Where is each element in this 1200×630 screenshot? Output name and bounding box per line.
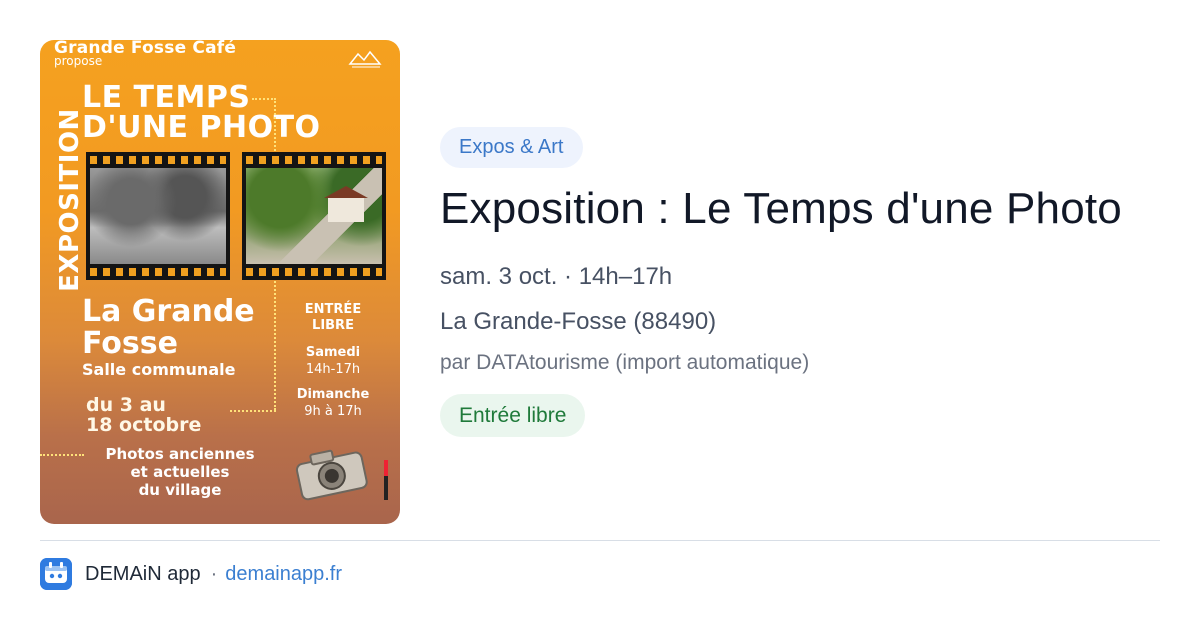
footer-separator: · — [210, 562, 218, 585]
app-url-link[interactable]: demainapp.fr — [225, 563, 342, 586]
price-badge: Entrée libre — [440, 394, 586, 437]
poster-venue: Salle communale — [82, 360, 236, 379]
poster-side-mark — [384, 460, 388, 500]
event-poster-image[interactable]: Grande Fosse Café propose EXPOSITION LE … — [40, 40, 400, 524]
poster-sunday: Dimanche 9h à 17h — [296, 387, 370, 419]
app-name: DEMAiN app — [85, 562, 201, 585]
house-shape — [324, 186, 368, 222]
poster-dates-line2: 18 octobre — [86, 414, 202, 436]
poster-film-frame — [242, 152, 386, 280]
poster-vertical-label: EXPOSITION — [55, 108, 85, 292]
event-source: par DATAtourisme (import automatique) — [440, 351, 810, 374]
footer-divider — [40, 540, 1160, 541]
app-logo-icon[interactable] — [40, 558, 72, 590]
event-datetime: sam. 3 oct. · 14h–17h — [440, 263, 673, 290]
poster-photos-text: Photos anciennes et actuelles du village — [105, 445, 255, 499]
event-title: Exposition : Le Temps d'une Photo — [440, 184, 1122, 233]
poster-dotted-line — [252, 98, 276, 100]
camera-icon — [295, 449, 368, 501]
poster-propose: propose — [54, 54, 103, 68]
event-location: La Grande-Fosse (88490) — [440, 308, 717, 335]
poster-dates-line1: du 3 au — [86, 394, 166, 416]
poster-dotted-line — [40, 454, 84, 456]
poster-film-frame — [86, 152, 230, 280]
poster-saturday: Samedi 14h-17h — [305, 345, 361, 377]
poster-place-line2: Fosse — [82, 326, 178, 361]
poster-dotted-line — [230, 410, 276, 412]
poster-logo-icon — [348, 50, 382, 68]
poster-entry: ENTRÉE LIBRE — [304, 302, 362, 333]
poster-title-line2: D'UNE PHOTO — [82, 110, 321, 145]
poster-place-line1: La Grande — [82, 294, 255, 329]
footer: DEMAiN app · demainapp.fr — [40, 558, 342, 590]
new-village-photo — [246, 168, 382, 264]
category-badge[interactable]: Expos & Art — [440, 127, 583, 168]
old-village-photo — [90, 168, 226, 264]
